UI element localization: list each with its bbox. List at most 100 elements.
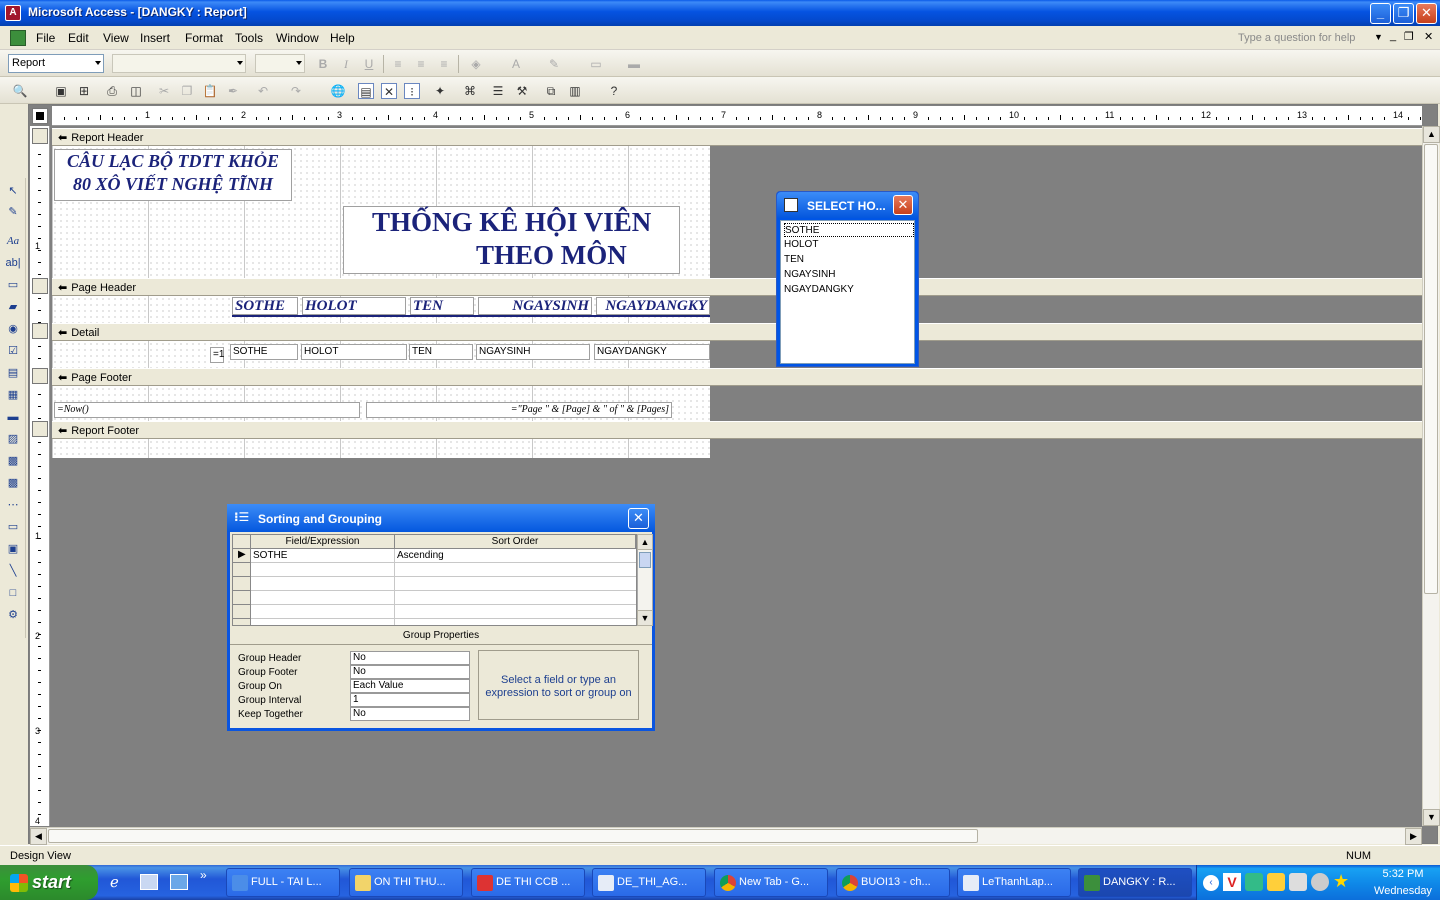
scroll-up-icon[interactable]: ▲ [1423, 126, 1440, 143]
start-button[interactable]: start [0, 865, 98, 900]
field-list-icon[interactable]: ▤ [358, 83, 374, 99]
font-color-icon[interactable]: A [508, 56, 524, 72]
club-name-label[interactable]: CÂU LẠC BỘ TDTT KHỎE 80 XÔ VIẾT NGHỆ TĨN… [54, 149, 292, 201]
clock-time[interactable]: 5:32 PM [1371, 868, 1435, 880]
option-group-icon[interactable]: ▭ [4, 276, 22, 294]
document-icon[interactable] [10, 30, 26, 46]
vertical-scrollbar[interactable]: ▲ ▼ [1422, 126, 1440, 826]
line-color-icon[interactable]: ✎ [546, 56, 562, 72]
row-selector[interactable]: ▶ [233, 549, 251, 563]
task-de-thi-ag[interactable]: DE_THI_AG... [592, 868, 706, 897]
media-quicklaunch-icon[interactable] [170, 874, 188, 890]
properties-icon[interactable]: ☰ [490, 83, 506, 99]
font-name-combo[interactable] [112, 54, 246, 73]
page-break-icon[interactable]: ⋯ [4, 496, 22, 514]
report-selector[interactable] [32, 108, 48, 124]
align-left-icon[interactable]: ≡ [390, 56, 406, 72]
section-page-header[interactable]: ⬅ Page Header [52, 278, 1422, 296]
align-right-icon[interactable]: ≡ [436, 56, 452, 72]
bound-object-icon[interactable]: ▩ [4, 474, 22, 492]
table-row[interactable]: ▶ SOTHE Ascending [233, 549, 636, 563]
image-tool-icon[interactable]: ▨ [4, 430, 22, 448]
header-underline[interactable] [232, 315, 710, 317]
cell-field[interactable] [251, 563, 395, 577]
doc-restore-button[interactable]: ❐ [1404, 30, 1414, 43]
align-center-icon[interactable]: ≡ [413, 56, 429, 72]
scroll-down-icon[interactable]: ▼ [637, 610, 653, 626]
scroll-left-icon[interactable]: ◀ [30, 828, 47, 845]
unikey-icon[interactable]: V [1223, 873, 1241, 891]
scroll-down-icon[interactable]: ▼ [1423, 809, 1440, 826]
label-tool-icon[interactable]: Aa [4, 232, 22, 250]
menu-insert[interactable]: Insert [140, 31, 170, 45]
sorting-close-button[interactable]: ✕ [628, 508, 649, 529]
line-tool-icon[interactable]: ╲ [4, 562, 22, 580]
table-row[interactable] [233, 577, 636, 591]
subreport-icon[interactable]: ▣ [4, 540, 22, 558]
col-field-expression[interactable]: Field/Expression [251, 535, 395, 549]
scroll-right-icon[interactable]: ▶ [1405, 828, 1422, 845]
sorting-grouping-icon[interactable]: ⁝ [404, 83, 420, 99]
vertical-scroll-thumb[interactable] [1424, 144, 1438, 594]
command-button-icon[interactable]: ▬ [4, 408, 22, 426]
quicklaunch-more-icon[interactable]: » [200, 868, 207, 882]
section-selector[interactable] [32, 368, 48, 384]
select-objects-icon[interactable]: ↖ [4, 182, 22, 200]
line-width-icon[interactable]: ▭ [588, 56, 604, 72]
show-desktop-icon[interactable] [140, 874, 158, 890]
table-row[interactable] [233, 563, 636, 577]
detail-ngaysinh-textbox[interactable]: NGAYSINH [476, 344, 590, 360]
header-label-ngaydangky[interactable]: NGAYDANGKY [596, 297, 710, 315]
toolbox-icon[interactable]: ✕ [381, 83, 397, 99]
task-dangky-report[interactable]: DANGKY : R... [1078, 868, 1192, 897]
toggle-button-icon[interactable]: ▰ [4, 298, 22, 316]
special-effect-icon[interactable]: ▬ [626, 56, 642, 72]
cell-sort-order[interactable]: Ascending [395, 549, 444, 563]
option-button-icon[interactable]: ◉ [4, 320, 22, 338]
print-icon[interactable]: ⎙ [104, 83, 120, 99]
help-question-input[interactable]: Type a question for help [1234, 30, 1384, 46]
view-icon[interactable]: 🔍 [12, 83, 28, 99]
task-de-thi-ccb[interactable]: DE THI CCB ... [471, 868, 585, 897]
bold-icon[interactable]: B [315, 56, 331, 72]
menu-help[interactable]: Help [330, 31, 355, 45]
build-icon[interactable]: ⚒ [514, 83, 530, 99]
task-buoi13[interactable]: BUOI13 - ch... [836, 868, 950, 897]
prop-keep-together-value[interactable]: No [350, 707, 470, 721]
section-selector[interactable] [32, 421, 48, 437]
list-box-icon[interactable]: ▦ [4, 386, 22, 404]
menu-format[interactable]: Format [185, 31, 223, 45]
row-selector[interactable] [233, 591, 251, 605]
prop-group-interval-value[interactable]: 1 [350, 693, 470, 707]
menu-view[interactable]: View [103, 31, 129, 45]
section-selector[interactable] [32, 278, 48, 294]
section-detail[interactable]: ⬅ Detail [52, 323, 1422, 341]
scroll-up-icon[interactable]: ▲ [637, 534, 653, 550]
database-window-icon[interactable]: ⧉ [543, 83, 559, 99]
table-row[interactable] [233, 605, 636, 619]
header-label-holot[interactable]: HOLOT [302, 297, 406, 315]
field-item-ngaysinh[interactable]: NGAYSINH [784, 268, 836, 282]
more-controls-icon[interactable]: ⚙ [4, 606, 22, 624]
task-on-thi-thu[interactable]: ON THI THU... [349, 868, 463, 897]
section-selector[interactable] [32, 128, 48, 144]
section-report-footer[interactable]: ⬅ Report Footer [52, 421, 1422, 439]
footer-now-textbox[interactable]: =Now() [54, 402, 360, 418]
textbox-tool-icon[interactable]: ab| [4, 254, 22, 272]
autoformat-icon[interactable]: ✦ [432, 83, 448, 99]
cell-field[interactable]: SOTHE [251, 549, 395, 563]
code-icon[interactable]: ⌘ [462, 83, 478, 99]
field-list-caption[interactable]: SELECT HO... ✕ [777, 192, 918, 218]
hyperlink-icon[interactable]: 🌐 [330, 83, 346, 99]
header-label-ten[interactable]: TEN [410, 297, 474, 315]
doc-minimize-button[interactable]: _ [1390, 30, 1396, 42]
font-size-combo[interactable] [255, 54, 305, 73]
prop-group-footer-value[interactable]: No [350, 665, 470, 679]
detail-ngaydangky-textbox[interactable]: NGAYDANGKY [594, 344, 710, 360]
undo-icon[interactable]: ↶ [255, 83, 271, 99]
network-icon[interactable] [1289, 873, 1307, 891]
row-selector[interactable] [233, 577, 251, 591]
redo-icon[interactable]: ↷ [288, 83, 304, 99]
help-dropdown-icon[interactable]: ▼ [1374, 32, 1383, 42]
doc-close-button[interactable]: ✕ [1424, 30, 1433, 43]
